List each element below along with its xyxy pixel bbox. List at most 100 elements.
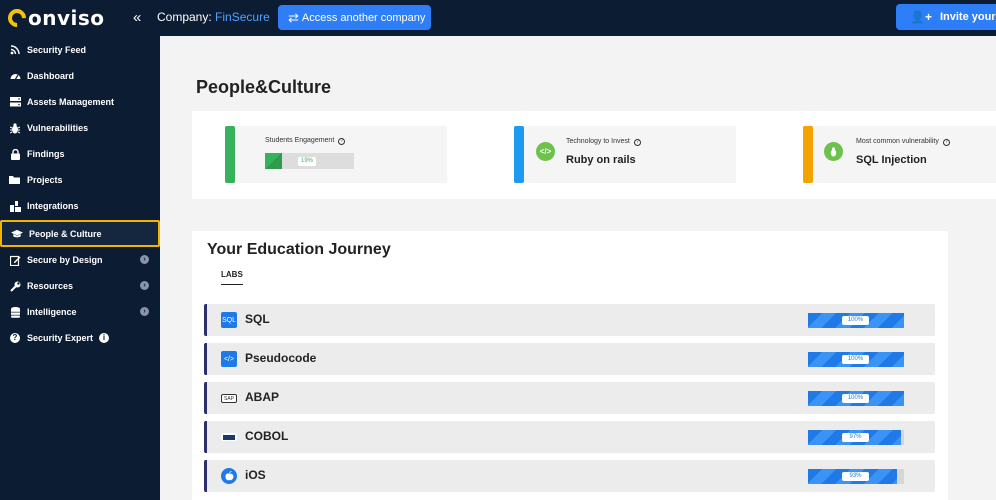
lab-row-ios[interactable]: iOS 93% — [204, 460, 935, 492]
stat-label-text: Most common vulnerability — [856, 138, 939, 145]
gauge-icon — [9, 70, 21, 82]
progress-badge: 19% — [298, 157, 317, 166]
sidebar-item-label: Findings — [27, 149, 65, 159]
sidebar-item-dashboard[interactable]: Dashboard — [0, 63, 160, 89]
database-icon — [9, 306, 21, 318]
lock-icon — [9, 148, 21, 160]
lab-progress-badge: 97% — [842, 433, 869, 442]
lab-row-pseudocode[interactable]: </> Pseudocode 100% — [204, 343, 935, 375]
edit-icon — [9, 254, 21, 266]
folder-icon — [9, 174, 21, 186]
sidebar-item-findings[interactable]: Findings — [0, 141, 160, 167]
sidebar-item-label: Security Expert — [27, 333, 94, 343]
company-name: FinSecure — [215, 10, 270, 24]
lab-progress-badge: 100% — [842, 355, 869, 364]
engagement-progress-bar: 19% — [265, 153, 354, 169]
sidebar-item-label: Intelligence — [27, 307, 77, 317]
lab-progress-bar: 100% — [808, 352, 904, 367]
chevron-right-icon: › — [140, 307, 149, 316]
stat-accent-bar — [225, 126, 235, 183]
cobol-icon — [221, 433, 237, 441]
stat-value: SQL Injection — [856, 154, 927, 166]
help-icon[interactable]: ? — [633, 139, 641, 146]
apple-icon — [221, 468, 237, 484]
lab-name: COBOL — [245, 429, 289, 443]
progress-fill — [265, 153, 282, 169]
sidebar-item-label: People & Culture — [29, 228, 102, 239]
lab-progress-badge: 100% — [842, 316, 869, 325]
lab-name: Pseudocode — [245, 351, 317, 365]
sidebar-item-label: Integrations — [27, 201, 79, 211]
stat-label-text: Students Engagement — [265, 137, 335, 144]
invite-team-button[interactable]: 👤+ Invite your te — [896, 4, 996, 30]
wrench-icon — [9, 280, 21, 292]
sidebar-item-integrations[interactable]: Integrations — [0, 193, 160, 219]
stat-card-most-common-vulnerability: Most common vulnerability? SQL Injection — [803, 126, 996, 183]
stat-label: Technology to Invest? — [566, 138, 641, 146]
page-title: People&Culture — [196, 77, 332, 97]
lab-name: ABAP — [245, 390, 280, 404]
sidebar-item-label: Vulnerabilities — [27, 123, 89, 133]
help-icon[interactable]: ? — [942, 139, 950, 146]
conviso-logo[interactable]: onviso — [4, 5, 105, 31]
stat-label-text: Technology to Invest — [566, 138, 630, 145]
code-icon: </> — [536, 142, 555, 161]
sidebar-item-projects[interactable]: Projects — [0, 167, 160, 193]
sidebar-item-label: Dashboard — [27, 71, 75, 81]
sidebar-item-label: Assets Management — [27, 97, 115, 107]
lab-progress-badge: 100% — [842, 394, 869, 403]
access-another-company-button[interactable]: ⇄ Access another company — [278, 5, 431, 30]
logo-mark-icon — [4, 5, 30, 31]
stat-label: Students Engagement? — [265, 137, 346, 145]
logo-text: onviso — [28, 6, 105, 30]
sidebar-item-resources[interactable]: Resources › — [0, 273, 160, 299]
graduation-cap-icon — [11, 228, 23, 240]
sidebar-item-label: Projects — [27, 175, 63, 185]
info-icon[interactable]: i — [99, 333, 110, 343]
stat-card-students-engagement: Students Engagement? 19% — [225, 126, 447, 183]
sidebar-item-label: Resources — [27, 281, 74, 291]
top-bar: onviso « Company: FinSecure ⇄ Access ano… — [0, 0, 996, 36]
journey-title: Your Education Journey — [207, 241, 391, 258]
sidebar-item-label: Secure by Design — [27, 255, 103, 265]
lab-progress-bar: 93% — [808, 469, 904, 484]
sql-file-icon: SQL — [221, 312, 237, 328]
collapse-sidebar-button[interactable]: « — [133, 9, 141, 26]
lab-name: iOS — [245, 468, 266, 482]
sidebar-item-security-expert[interactable]: ? Security Expert i — [0, 325, 160, 351]
stats-panel: Students Engagement? 19% </> Technology … — [192, 111, 996, 199]
chevron-right-icon: › — [140, 281, 149, 290]
stat-accent-bar — [803, 126, 813, 183]
add-user-icon: 👤+ — [910, 10, 932, 24]
access-button-label: Access another company — [301, 11, 426, 24]
stat-label: Most common vulnerability? — [856, 138, 950, 146]
code-file-icon: </> — [221, 351, 237, 367]
rss-icon — [9, 44, 21, 56]
invite-button-label: Invite your te — [939, 11, 996, 23]
stat-accent-bar — [514, 126, 524, 183]
bug-icon — [824, 142, 843, 161]
sidebar-item-label: Security Feed — [27, 45, 87, 55]
chevron-right-icon: › — [140, 255, 149, 264]
lab-name: SQL — [245, 312, 270, 326]
help-icon[interactable]: ? — [338, 138, 346, 145]
lab-row-cobol[interactable]: COBOL 97% — [204, 421, 935, 453]
sidebar-item-security-feed[interactable]: Security Feed — [0, 37, 160, 63]
bug-icon — [9, 122, 21, 134]
sidebar-item-vulnerabilities[interactable]: Vulnerabilities — [0, 115, 160, 141]
switch-arrows-icon: ⇄ — [288, 9, 299, 25]
sidebar-item-assets-management[interactable]: Assets Management — [0, 89, 160, 115]
lab-progress-bar: 100% — [808, 313, 904, 328]
server-icon — [9, 96, 21, 108]
lab-row-sql[interactable]: SQL SQL 100% — [204, 304, 935, 336]
tab-labs[interactable]: LABS — [221, 270, 243, 285]
sidebar-item-people-culture[interactable]: People & Culture — [0, 220, 160, 247]
sidebar-item-secure-by-design[interactable]: Secure by Design › — [0, 247, 160, 273]
lab-progress-bar: 97% — [808, 430, 904, 445]
question-icon: ? — [9, 332, 21, 344]
sidebar-item-intelligence[interactable]: Intelligence › — [0, 299, 160, 325]
lab-progress-badge: 93% — [842, 472, 869, 481]
lab-progress-bar: 100% — [808, 391, 904, 406]
lab-row-abap[interactable]: SAP ABAP 100% — [204, 382, 935, 414]
puzzle-icon — [9, 200, 21, 212]
